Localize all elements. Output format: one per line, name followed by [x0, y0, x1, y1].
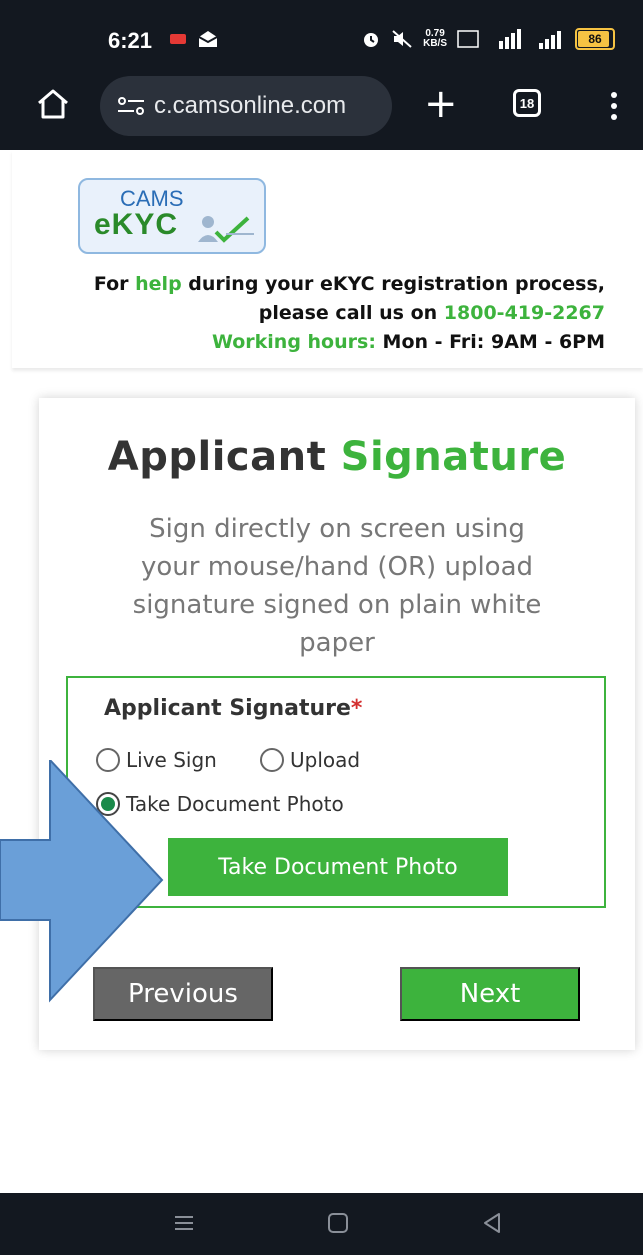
home-nav-icon[interactable] — [326, 1211, 350, 1235]
back-nav-icon[interactable] — [480, 1211, 504, 1235]
tab-switcher-button[interactable]: 18 — [513, 89, 541, 117]
pointer-arrow-icon — [0, 760, 164, 1003]
phone-link[interactable]: 1800-419-2267 — [444, 302, 605, 324]
logo-bottom-text: eKYC — [94, 208, 179, 241]
system-nav-bar — [0, 1193, 643, 1255]
url-text[interactable]: c.camsonline.com — [154, 92, 346, 120]
page-content: CAMS eKYC For help during your eKYC regi… — [12, 150, 643, 1210]
mail-notification-icon — [198, 31, 218, 47]
page-title: Applicant Signature — [107, 434, 567, 480]
cams-ekyc-logo[interactable]: CAMS eKYC — [78, 178, 266, 254]
hours-label: Working hours: — [211, 331, 376, 353]
radio-unselected-icon[interactable] — [260, 748, 284, 772]
hours-value: Mon - Fri: 9AM - 6PM — [375, 331, 605, 353]
clock-time: 6:21 — [108, 28, 153, 53]
new-tab-icon[interactable]: + — [424, 84, 458, 124]
home-icon[interactable] — [36, 88, 70, 120]
next-button[interactable]: Next — [400, 967, 580, 1021]
status-bar: 6:21 0.79 KB/S 86 c.camsonline.com + 18 — [0, 0, 643, 150]
signal-icon — [539, 31, 561, 49]
recent-apps-icon[interactable] — [172, 1211, 196, 1235]
required-marker: * — [350, 696, 363, 721]
live-recording-icon — [170, 34, 186, 44]
help-link[interactable]: help — [135, 273, 182, 295]
network-speed: 0.79 KB/S — [423, 28, 447, 49]
address-bar[interactable]: c.camsonline.com — [100, 76, 392, 136]
more-options-icon[interactable] — [611, 92, 619, 122]
signal-4g-icon — [499, 29, 521, 49]
status-icons: 0.79 KB/S 86 — [361, 28, 615, 50]
instructions-text: Sign directly on screen using your mouse… — [132, 514, 542, 658]
take-document-photo-button[interactable]: Take Document Photo — [168, 838, 508, 896]
alarm-icon — [364, 33, 379, 47]
battery-indicator: 86 — [575, 28, 615, 50]
help-info: For help during your eKYC registration p… — [93, 273, 605, 353]
radio-upload[interactable]: Upload — [260, 748, 360, 772]
signature-field-label: Applicant Signature* — [104, 696, 363, 721]
verified-person-icon — [198, 216, 254, 243]
site-settings-icon[interactable] — [116, 95, 146, 117]
site-header: CAMS eKYC For help during your eKYC regi… — [12, 150, 643, 368]
volte-icon — [457, 30, 479, 48]
mute-icon — [392, 30, 412, 48]
